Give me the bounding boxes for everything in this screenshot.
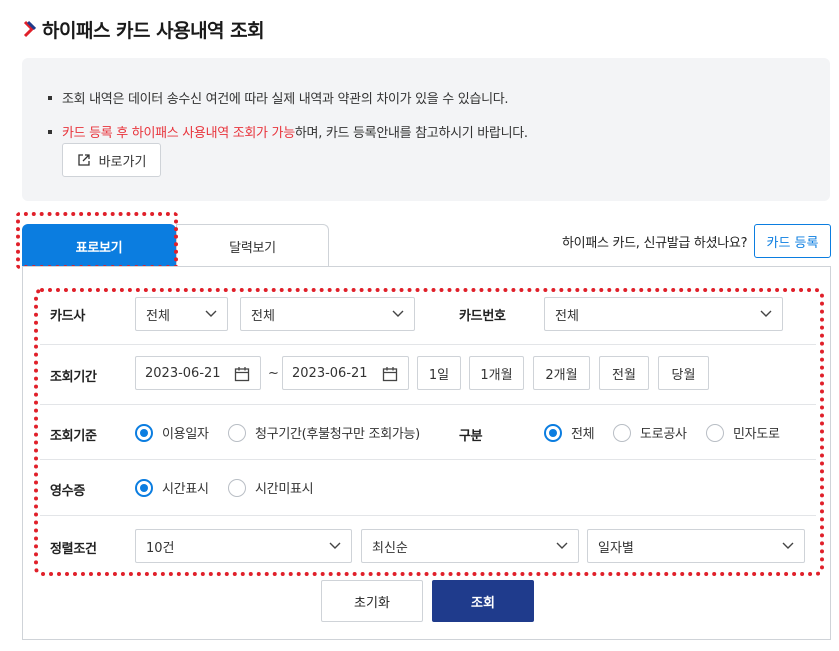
radio-billing-period[interactable]: 청구기간(후불청구만 조회가능)	[228, 423, 420, 442]
chevron-down-icon	[329, 542, 341, 549]
card-type-select[interactable]: 전체	[240, 297, 415, 331]
radio-button-checked[interactable]	[544, 423, 562, 442]
radio-label: 시간표시	[162, 482, 209, 497]
chevron-down-icon	[205, 310, 217, 317]
radio-button[interactable]	[706, 423, 724, 442]
period-prev-month-button[interactable]: 전월	[599, 356, 649, 390]
notice-box: 조회 내역은 데이터 송수신 여건에 따라 실제 내역과 약관의 차이가 있을 …	[22, 58, 830, 201]
radio-label: 전체	[571, 427, 595, 442]
notice-item: 카드 등록 후 하이패스 사용내역 조회가 가능 하며, 카드 등록안내를 참고하…	[48, 122, 528, 141]
radio-usage-date[interactable]: 이용일자	[135, 423, 209, 442]
radio-label: 이용일자	[162, 427, 209, 442]
radio-button[interactable]	[228, 478, 246, 497]
goto-button[interactable]: 바로가기	[62, 143, 161, 177]
sort-label: 정렬조건	[50, 542, 97, 557]
period-label: 조회기간	[50, 370, 97, 385]
period-2month-button[interactable]: 2개월	[533, 356, 590, 390]
radio-label: 도로공사	[640, 427, 687, 442]
radio-button[interactable]	[228, 423, 246, 442]
select-value: 전체	[251, 308, 275, 324]
radio-label: 청구기간(후불청구만 조회가능)	[255, 427, 420, 442]
notice-text: 조회 내역은 데이터 송수신 여건에 따라 실제 내역과 약관의 차이가 있을 …	[62, 92, 509, 107]
radio-button-checked[interactable]	[135, 423, 153, 442]
select-value: 전체	[146, 308, 170, 324]
radio-category-private-road[interactable]: 민자도로	[706, 423, 780, 442]
chevron-down-icon	[556, 542, 568, 549]
radio-button-checked[interactable]	[135, 478, 153, 497]
radio-label: 민자도로	[733, 427, 780, 442]
calendar-icon	[234, 367, 250, 382]
tab-calendar-view[interactable]: 달력보기	[176, 224, 329, 268]
row-divider	[40, 344, 816, 345]
bullet	[48, 129, 52, 134]
row-divider	[40, 404, 816, 405]
card-company-select[interactable]: 전체	[135, 297, 228, 331]
period-this-month-button[interactable]: 당월	[658, 356, 709, 390]
period-1month-button[interactable]: 1개월	[469, 356, 524, 390]
tab-table-view[interactable]: 표로보기	[22, 224, 176, 268]
card-number-select[interactable]: 전체	[544, 297, 783, 331]
bullet	[48, 95, 52, 100]
chevron-down-icon	[760, 310, 772, 317]
radio-show-time[interactable]: 시간표시	[135, 478, 209, 497]
card-register-button[interactable]: 카드 등록	[754, 224, 831, 258]
notice-highlight-text: 카드 등록 후 하이패스 사용내역 조회가 가능	[62, 126, 295, 141]
calendar-icon	[382, 367, 398, 382]
date-value: 2023-06-21	[292, 365, 368, 381]
chevron-right-icon	[23, 20, 36, 38]
radio-category-expressway[interactable]: 도로공사	[613, 423, 687, 442]
date-separator: ~	[268, 366, 279, 381]
receipt-label: 영수증	[50, 484, 85, 499]
page-header: 하이패스 카드 사용내역 조회	[22, 16, 265, 42]
chevron-down-icon	[782, 542, 794, 549]
search-button[interactable]: 조회	[432, 580, 534, 622]
sort-group-select[interactable]: 일자별	[587, 529, 805, 563]
basis-label: 조회기준	[50, 429, 97, 444]
chevron-down-icon	[392, 310, 404, 317]
page-title: 하이패스 카드 사용내역 조회	[42, 19, 265, 42]
select-value: 일자별	[598, 540, 634, 556]
notice-item: 조회 내역은 데이터 송수신 여건에 따라 실제 내역과 약관의 차이가 있을 …	[48, 88, 509, 107]
end-date-input[interactable]: 2023-06-21	[282, 356, 409, 390]
notice-text: 하며, 카드 등록안내를 참고하시기 바랍니다.	[294, 126, 528, 141]
sort-count-select[interactable]: 10건	[135, 529, 352, 563]
radio-category-all[interactable]: 전체	[544, 423, 595, 442]
row-divider	[40, 515, 816, 516]
row-divider	[40, 459, 816, 460]
radio-button[interactable]	[613, 423, 631, 442]
period-1day-button[interactable]: 1일	[417, 356, 461, 390]
date-value: 2023-06-21	[145, 365, 221, 381]
goto-button-label: 바로가기	[98, 154, 147, 170]
sort-order-select[interactable]: 최신순	[361, 529, 579, 563]
category-label: 구분	[459, 429, 483, 444]
select-value: 전체	[555, 308, 579, 324]
register-question: 하이패스 카드, 신규발급 하셨나요?	[562, 236, 748, 251]
card-company-label: 카드사	[50, 309, 85, 324]
external-link-icon	[77, 154, 90, 166]
radio-hide-time[interactable]: 시간미표시	[228, 478, 314, 497]
radio-label: 시간미표시	[255, 482, 314, 497]
start-date-input[interactable]: 2023-06-21	[135, 356, 261, 390]
card-number-label: 카드번호	[459, 309, 506, 324]
select-value: 10건	[146, 540, 175, 556]
reset-button[interactable]: 초기화	[321, 580, 423, 622]
select-value: 최신순	[372, 540, 408, 556]
